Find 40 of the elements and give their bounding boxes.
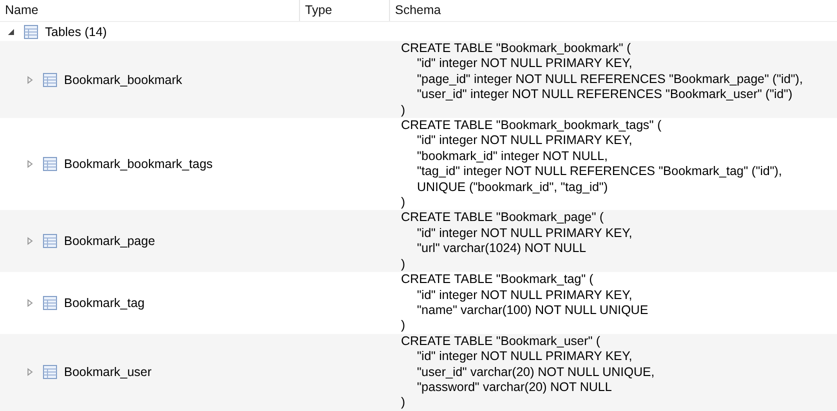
schema-line: "id" integer NOT NULL PRIMARY KEY, [416,349,634,365]
table-icon [43,72,57,87]
schema-line: "bookmark_id" integer NOT NULL, [416,148,609,164]
schema-line: UNIQUE ("bookmark_id", "tag_id") [416,180,609,196]
table-icon [43,157,57,172]
schema-line: CREATE TABLE "Bookmark_user" ( [401,334,602,350]
schema-line: "url" varchar(1024) NOT NULL [416,241,588,257]
schema-line: ) [401,195,406,210]
schema-line: ) [401,395,406,411]
tree-item[interactable]: Bookmark_bookmark [64,72,182,87]
tree-item[interactable]: Bookmark_tag [64,296,145,310]
schema-line: "user_id" integer NOT NULL REFERENCES "Bookmark_user" ("id") [416,87,794,103]
schema-line: ) [401,318,406,334]
table-icon [43,296,57,310]
schema-line: ) [401,102,406,118]
table-icon [24,24,38,38]
schema-line: "id" integer NOT NULL PRIMARY KEY, [416,288,634,303]
schema-line: "page_id" integer NOT NULL REFERENCES "Bookmark_page" ("id"), [416,72,804,88]
table-icon [43,234,57,248]
schema-line: "password" varchar(20) NOT NULL [416,380,613,396]
schema-line: CREATE TABLE "Bookmark_page" ( [401,210,605,226]
tree-item[interactable]: Tables (14) [45,24,107,38]
schema-line: ) [401,256,406,272]
schema-line: CREATE TABLE "Bookmark_tag" ( [401,272,594,288]
tree-item[interactable]: Bookmark_user [64,365,152,380]
schema-line: "id" integer NOT NULL PRIMARY KEY, [416,226,634,242]
tree-item[interactable]: Bookmark_page [64,234,156,248]
schema-line: "tag_id" integer NOT NULL REFERENCES "Bookmark_tag" ("id"), [416,164,783,180]
column-header[interactable]: Type [300,0,390,21]
column-header[interactable]: Schema [390,0,837,21]
tree-item[interactable]: Bookmark_bookmark_tags [64,157,213,172]
schema-line: "name" varchar(100) NOT NULL UNIQUE [416,302,650,318]
schema-line: CREATE TABLE "Bookmark_bookmark_tags" ( [401,118,662,134]
schema-line: "id" integer NOT NULL PRIMARY KEY, [416,56,634,72]
schema-line: "user_id" varchar(20) NOT NULL UNIQUE, [416,364,656,380]
schema-line: CREATE TABLE "Bookmark_bookmark" ( [401,41,632,56]
expander-icon[interactable] [7,28,15,36]
table-icon [43,365,57,380]
schema-line: "id" integer NOT NULL PRIMARY KEY, [416,133,634,149]
column-header[interactable]: Name [0,0,300,21]
